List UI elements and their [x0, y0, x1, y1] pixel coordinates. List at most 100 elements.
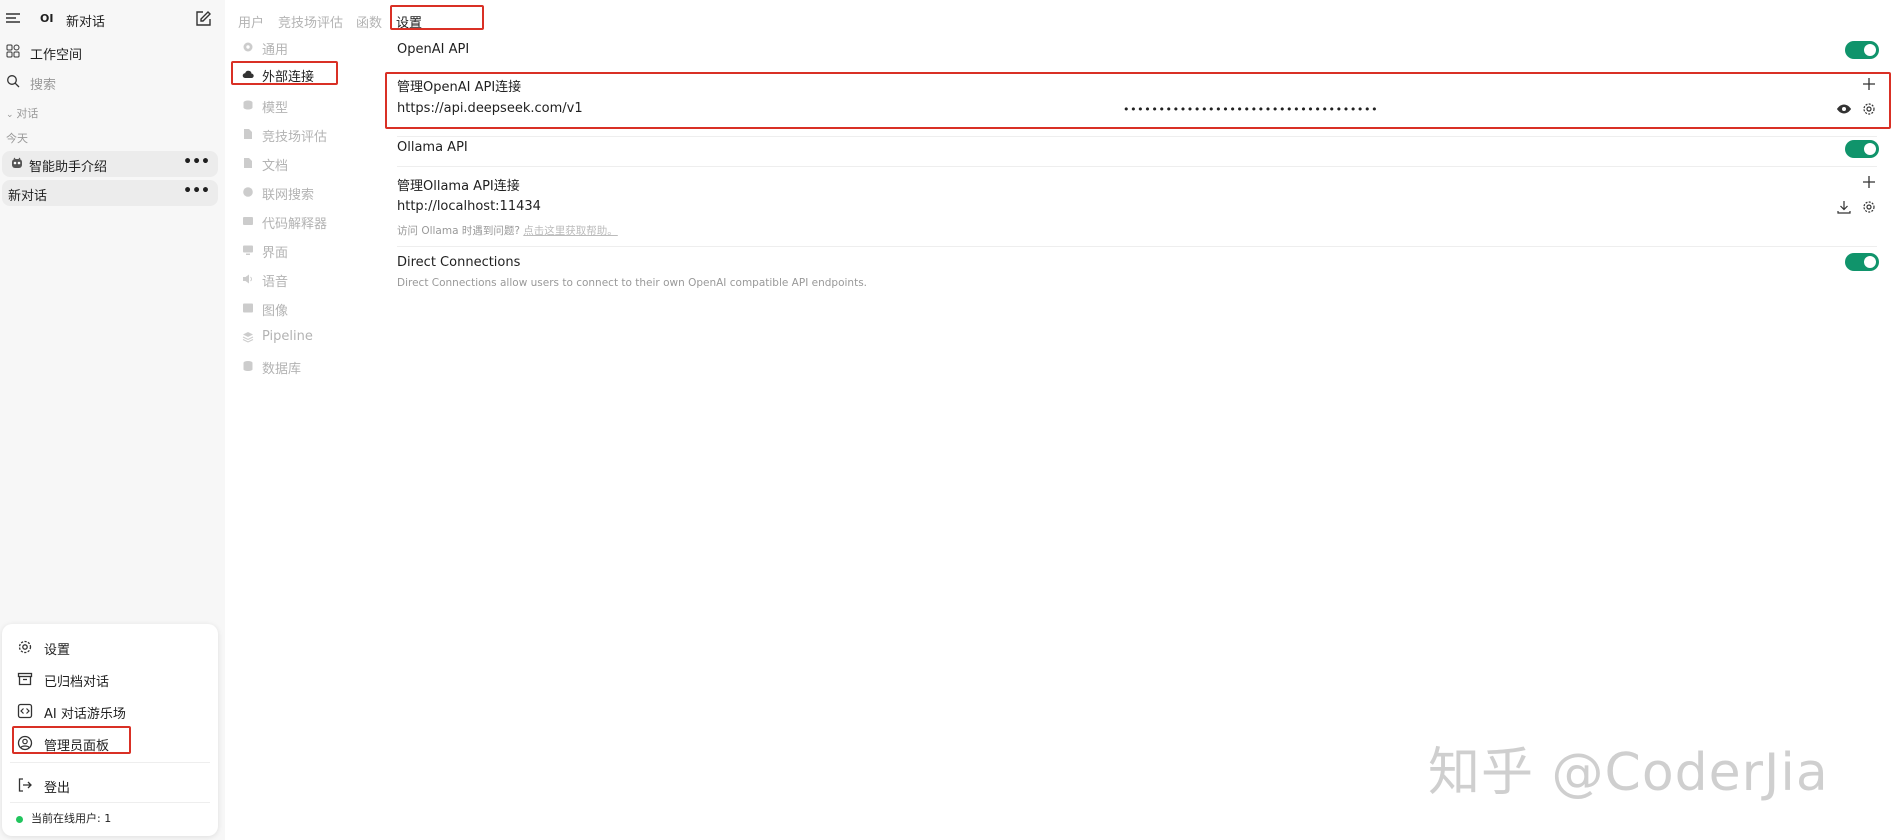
openai-key-field[interactable]: •••••••••••••••••••••••••••••••••••• — [1123, 103, 1378, 116]
download-icon[interactable] — [1836, 199, 1852, 215]
cube-icon — [243, 100, 253, 110]
online-dot-icon — [16, 815, 23, 823]
sidebar-header: OI 新对话 — [0, 8, 225, 32]
chat-item[interactable]: 智能助手介绍 ••• — [2, 151, 218, 177]
menu-item-playground[interactable]: AI 对话游乐场 — [2, 698, 218, 724]
grid-icon — [6, 44, 20, 58]
settings-nav-label: 竞技场评估 — [262, 130, 328, 145]
ollama-help-link[interactable]: 点击这里获取帮助。 — [523, 225, 618, 237]
settings-nav-label: 模型 — [262, 101, 289, 116]
settings-nav-connections[interactable]: 外部连接 — [240, 63, 340, 87]
speaker-icon — [243, 274, 252, 284]
ollama-help-text: 访问 Ollama 时遇到问题? 点击这里获取帮助。 — [397, 223, 618, 238]
tab-functions[interactable]: 函数 — [356, 12, 382, 31]
menu-item-label: AI 对话游乐场 — [44, 707, 126, 722]
sidebar-item-label: 工作空间 — [30, 48, 83, 63]
settings-nav-audio[interactable]: 语音 — [240, 268, 340, 292]
settings-nav-label: 代码解释器 — [262, 217, 328, 232]
sidebar-item-workspace[interactable]: 工作空间 — [0, 40, 225, 64]
ollama-api-toggle[interactable] — [1845, 140, 1879, 158]
settings-nav-label: 语音 — [262, 275, 289, 290]
new-chat-edit-icon[interactable] — [194, 10, 212, 28]
settings-nav-label: 数据库 — [262, 362, 302, 377]
tab-arena-eval[interactable]: 竞技场评估 — [278, 12, 343, 31]
settings-nav-documents[interactable]: 文档 — [240, 152, 340, 176]
gear-icon[interactable] — [1861, 101, 1877, 117]
gear-icon — [18, 640, 32, 654]
tab-users[interactable]: 用户 — [238, 12, 264, 31]
settings-nav-web-search[interactable]: 联网搜索 — [240, 181, 340, 205]
settings-nav-label: 外部连接 — [262, 70, 315, 85]
gear-icon[interactable] — [1861, 199, 1877, 215]
chat-more-button[interactable]: ••• — [183, 183, 210, 199]
menu-divider — [10, 762, 210, 763]
settings-nav-database[interactable]: 数据库 — [240, 355, 340, 379]
globe-icon — [243, 187, 253, 197]
sidebar: OI 新对话 工作空间 搜索 ⌄ 对话 今天 智能助手介绍 ••• 新对话 ••… — [0, 0, 225, 840]
menu-item-label: 已归档对话 — [44, 675, 110, 690]
user-circle-icon — [17, 735, 33, 751]
menu-item-logout[interactable]: 登出 — [2, 772, 218, 798]
add-ollama-connection-icon[interactable] — [1861, 174, 1877, 190]
app-logo: OI — [40, 12, 54, 25]
openai-api-label: OpenAI API — [397, 42, 470, 57]
user-menu: 设置 已归档对话 AI 对话游乐场 管理员面板 登出 当前在线用户: 1 — [2, 624, 218, 836]
settings-nav-images[interactable]: 图像 — [240, 297, 340, 321]
watermark: 知乎 @CoderJia — [1428, 743, 1829, 803]
highlight-openai-connection — [385, 72, 1891, 129]
gear-icon — [243, 42, 253, 52]
database-icon — [243, 361, 253, 371]
terminal-icon — [243, 217, 253, 225]
settings-nav-label: 界面 — [262, 246, 289, 261]
settings-nav-label: Pipeline — [262, 329, 313, 344]
menu-item-admin-panel[interactable]: 管理员面板 — [2, 730, 218, 756]
menu-item-label: 登出 — [44, 781, 71, 796]
eye-icon[interactable] — [1836, 101, 1852, 117]
settings-nav-models[interactable]: 模型 — [240, 94, 340, 118]
ollama-help-question: 访问 Ollama 时遇到问题? — [397, 225, 520, 237]
chevron-down-icon: ⌄ — [6, 110, 17, 120]
tab-settings[interactable]: 设置 — [396, 12, 422, 31]
chat-item[interactable]: 新对话 ••• — [2, 180, 218, 206]
robot-icon — [12, 157, 22, 168]
settings-nav-general[interactable]: 通用 — [240, 36, 340, 60]
menu-divider — [10, 802, 210, 803]
settings-nav-code-interpreter[interactable]: 代码解释器 — [240, 210, 340, 234]
menu-icon[interactable] — [5, 10, 21, 26]
search-icon — [7, 75, 20, 88]
logout-icon — [18, 778, 32, 792]
openai-api-toggle[interactable] — [1845, 41, 1879, 59]
chat-title: 智能助手介绍 — [29, 160, 108, 175]
document-icon — [244, 129, 252, 139]
divider — [397, 136, 1877, 137]
file-icon — [244, 158, 252, 168]
openai-url-field[interactable]: https://api.deepseek.com/v1 — [397, 101, 583, 116]
code-icon — [17, 703, 33, 719]
online-users-text: 当前在线用户: 1 — [31, 812, 112, 825]
image-icon — [243, 303, 253, 313]
settings-nav-label: 通用 — [262, 43, 289, 58]
manage-openai-label: 管理OpenAI API连接 — [397, 80, 522, 95]
settings-nav-pipelines[interactable]: Pipeline — [240, 326, 340, 350]
online-users-status: 当前在线用户: 1 — [16, 810, 111, 826]
today-section-label: 今天 — [6, 132, 28, 145]
cloud-icon — [242, 70, 254, 78]
ollama-api-label: Ollama API — [397, 140, 468, 155]
monitor-icon — [243, 245, 253, 255]
search-label: 搜索 — [30, 78, 57, 93]
chat-more-button[interactable]: ••• — [183, 154, 210, 170]
ollama-url-field[interactable]: http://localhost:11434 — [397, 199, 541, 214]
add-openai-connection-icon[interactable] — [1861, 76, 1877, 92]
divider — [397, 246, 1877, 247]
settings-nav-label: 联网搜索 — [262, 188, 315, 203]
layers-icon — [242, 332, 254, 343]
settings-nav-label: 文档 — [262, 159, 289, 174]
menu-item-settings[interactable]: 设置 — [2, 634, 218, 660]
direct-connections-toggle[interactable] — [1845, 253, 1879, 271]
new-chat-link[interactable]: 新对话 — [66, 11, 105, 30]
sidebar-search[interactable]: 搜索 — [0, 70, 225, 94]
settings-nav-interface[interactable]: 界面 — [240, 239, 340, 263]
menu-item-archived[interactable]: 已归档对话 — [2, 666, 218, 692]
settings-nav-arena[interactable]: 竞技场评估 — [240, 123, 340, 147]
chats-section-label[interactable]: ⌄ 对话 — [6, 105, 38, 121]
